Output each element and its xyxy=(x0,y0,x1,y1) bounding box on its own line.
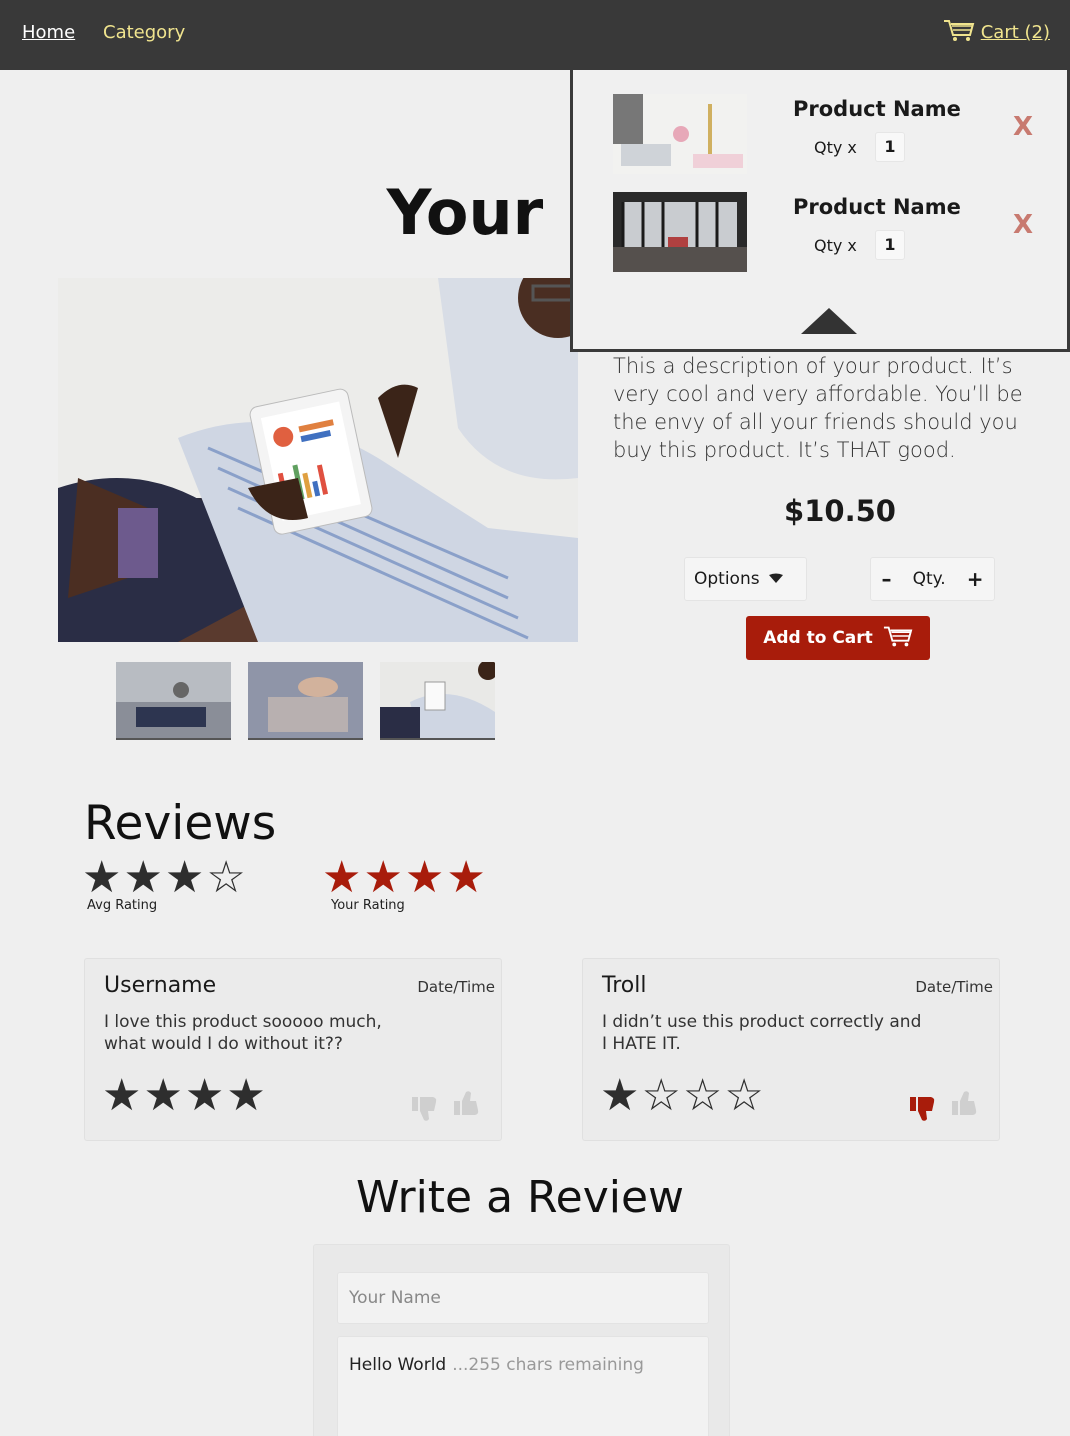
chevron-down-icon xyxy=(768,569,784,589)
minus-icon[interactable]: – xyxy=(882,567,892,591)
nav-cart-link[interactable]: Cart (2) xyxy=(943,18,1050,47)
write-review-heading: Write a Review xyxy=(355,1172,685,1223)
qty-label: Qty. xyxy=(912,569,946,589)
plus-icon[interactable]: + xyxy=(967,567,984,591)
cart-item-image xyxy=(613,192,747,272)
thumbs-up-icon[interactable] xyxy=(951,1089,979,1121)
review-body: I love this product sooooo much, what wo… xyxy=(104,1012,382,1054)
cart-item-qty[interactable]: 1 xyxy=(875,230,905,260)
review-card: Username Date/Time I love this product s… xyxy=(84,958,502,1141)
nav-category-link[interactable]: Category xyxy=(103,22,185,43)
review-datetime: Date/Time xyxy=(417,978,495,996)
cart-dropdown: Product Name Qty x 1 X Product Name Qty … xyxy=(570,70,1070,352)
cart-item-qty-label: Qty x xyxy=(814,236,857,255)
cart-item-image xyxy=(613,94,747,174)
thumbnail-2[interactable] xyxy=(248,662,363,740)
cart-item: Product Name Qty x 1 X xyxy=(613,94,1053,174)
review-username: Troll xyxy=(602,973,647,998)
chars-remaining: ...255 chars remaining xyxy=(452,1355,644,1375)
thumbs-down-icon[interactable] xyxy=(909,1095,937,1127)
thumbs-up-icon[interactable] xyxy=(453,1089,481,1121)
options-dropdown[interactable]: Options xyxy=(684,557,807,601)
review-body: I didn’t use this product correctly and … xyxy=(602,1012,922,1054)
quantity-stepper[interactable]: – Qty. + xyxy=(870,557,995,601)
cart-item-qty-label: Qty x xyxy=(814,138,857,157)
product-price: $10.50 xyxy=(784,494,896,528)
remove-item-button[interactable]: X xyxy=(1013,112,1033,142)
review-rating-stars: ★☆☆☆ xyxy=(600,1070,766,1121)
review-username: Username xyxy=(104,973,217,998)
remove-item-button[interactable]: X xyxy=(1013,210,1033,240)
thumbnail-3[interactable] xyxy=(380,662,495,740)
name-input[interactable]: Your Name xyxy=(337,1272,709,1324)
avg-rating-label: Avg Rating xyxy=(87,898,158,913)
product-description: This a description of your product. It’s… xyxy=(613,354,1023,462)
options-label: Options xyxy=(694,569,760,589)
your-rating-stars[interactable]: ★★★★ xyxy=(322,856,488,900)
product-thumbnails xyxy=(116,662,495,740)
cart-label: Cart (2) xyxy=(980,22,1050,43)
review-datetime: Date/Time xyxy=(915,978,993,996)
avg-rating-stars: ★★★☆ xyxy=(82,852,248,903)
review-rating-stars: ★★★★ xyxy=(102,1070,268,1121)
review-card: Troll Date/Time I didn’t use this produc… xyxy=(582,958,1000,1141)
cart-icon xyxy=(943,18,975,47)
product-main-image xyxy=(58,278,578,642)
cart-item-name: Product Name xyxy=(793,195,961,219)
add-to-cart-button[interactable]: Add to Cart xyxy=(746,616,930,660)
thumbs-down-icon[interactable] xyxy=(411,1095,439,1127)
review-form: Your Name Hello World ...255 chars remain… xyxy=(313,1244,730,1436)
add-to-cart-label: Add to Cart xyxy=(763,628,873,648)
cart-item-name: Product Name xyxy=(793,97,961,121)
review-text: Hello World xyxy=(349,1355,447,1375)
thumbnail-1[interactable] xyxy=(116,662,231,740)
cart-icon xyxy=(883,624,913,653)
top-nav: Home Category Cart (2) xyxy=(0,0,1070,70)
nav-home-link[interactable]: Home xyxy=(22,22,75,43)
cart-item-qty[interactable]: 1 xyxy=(875,132,905,162)
collapse-caret-icon[interactable] xyxy=(801,307,857,339)
cart-item: Product Name Qty x 1 X xyxy=(613,192,1053,272)
reviews-heading: Reviews xyxy=(84,796,277,851)
review-textarea[interactable]: Hello World ...255 chars remaining xyxy=(337,1336,709,1436)
your-rating-label: Your Rating xyxy=(331,898,405,913)
